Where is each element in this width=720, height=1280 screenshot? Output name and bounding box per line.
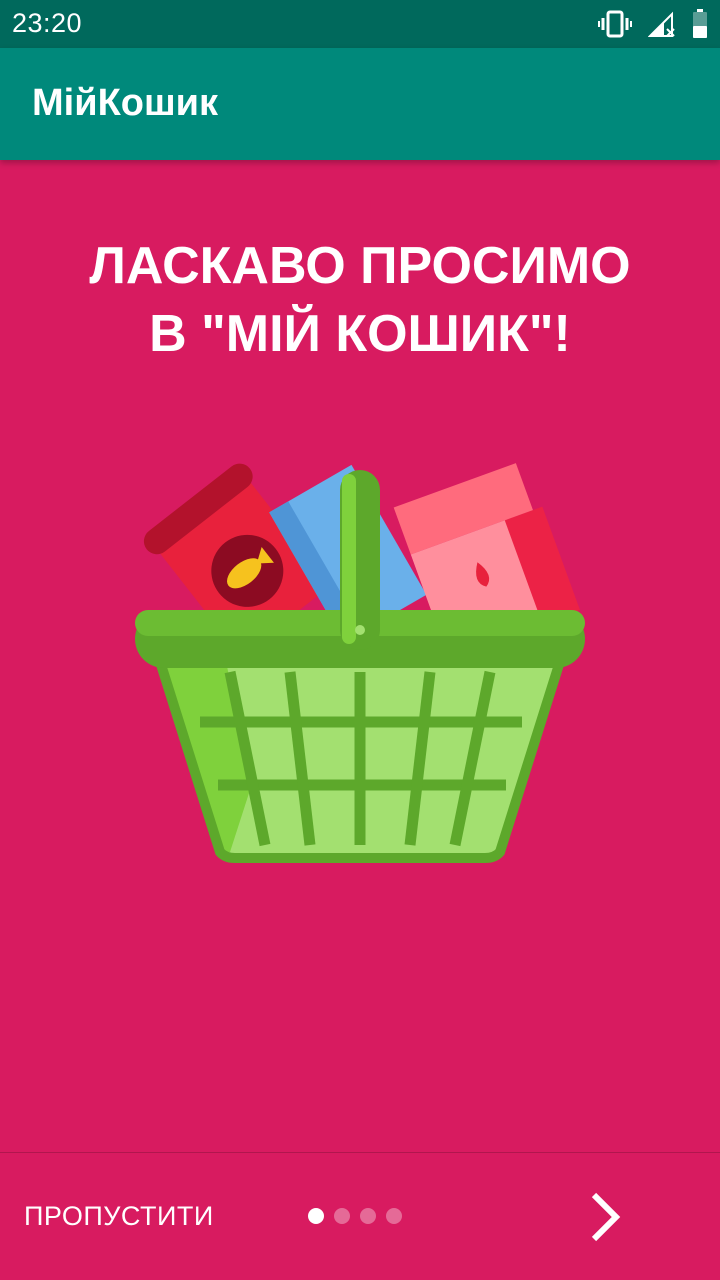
signal-icon [648,11,675,37]
battery-icon [693,9,707,38]
status-time: 23:20 [12,8,83,38]
page-indicator [308,1208,402,1224]
welcome-line-2: В "МІЙ КОШИК"! [149,305,571,363]
next-button[interactable] [578,1189,634,1245]
shopping-basket-icon [135,463,585,863]
status-bar: 23:20 [0,0,720,48]
page-dot-1[interactable] [308,1208,324,1224]
welcome-line-1: ЛАСКАВО ПРОСИМО [89,237,631,295]
vibrate-icon [598,10,632,38]
bottom-bar: ПРОПУСТИТИ [0,1153,720,1280]
app-bar: МійКошик [0,48,720,160]
status-icons [598,8,708,40]
welcome-heading: ЛАСКАВО ПРОСИМО В "МІЙ КОШИК"! [0,232,720,368]
page-dot-2[interactable] [334,1208,350,1224]
chevron-right-icon [591,1192,621,1242]
page-dot-4[interactable] [386,1208,402,1224]
skip-button[interactable]: ПРОПУСТИТИ [24,1201,214,1232]
app-title: МійКошик [32,82,219,124]
page-dot-3[interactable] [360,1208,376,1224]
